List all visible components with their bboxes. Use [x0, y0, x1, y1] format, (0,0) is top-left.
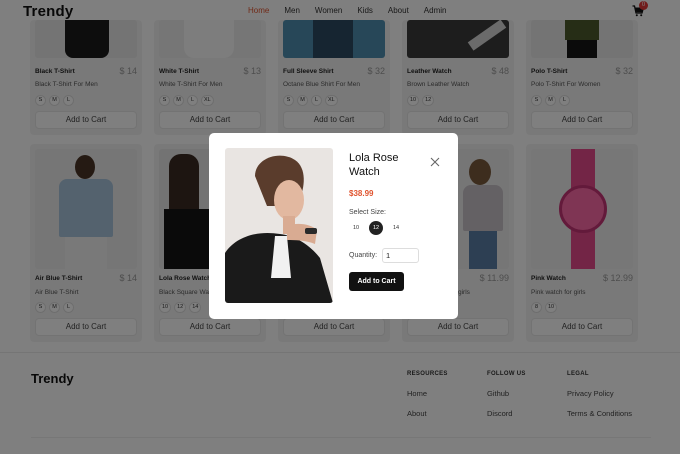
modal-add-to-cart-button[interactable]: Add to Cart: [349, 272, 404, 291]
size-option-14[interactable]: 14: [389, 221, 403, 235]
quantity-input[interactable]: 1: [382, 248, 419, 263]
modal-product-title: Lola Rose Watch: [349, 152, 399, 178]
size-option-10[interactable]: 10: [349, 221, 363, 235]
close-icon[interactable]: [430, 157, 440, 167]
modal-size-options: 10 12 14: [349, 221, 403, 235]
quantity-label: Quantity:: [349, 252, 378, 259]
size-option-12-selected[interactable]: 12: [369, 221, 383, 235]
modal-product-image: [225, 148, 333, 303]
modal-product-price: $38.99: [349, 189, 374, 198]
product-quick-view-modal: Lola Rose Watch $38.99 Select Size: 10 1…: [209, 133, 458, 319]
size-label: Select Size:: [349, 209, 386, 216]
